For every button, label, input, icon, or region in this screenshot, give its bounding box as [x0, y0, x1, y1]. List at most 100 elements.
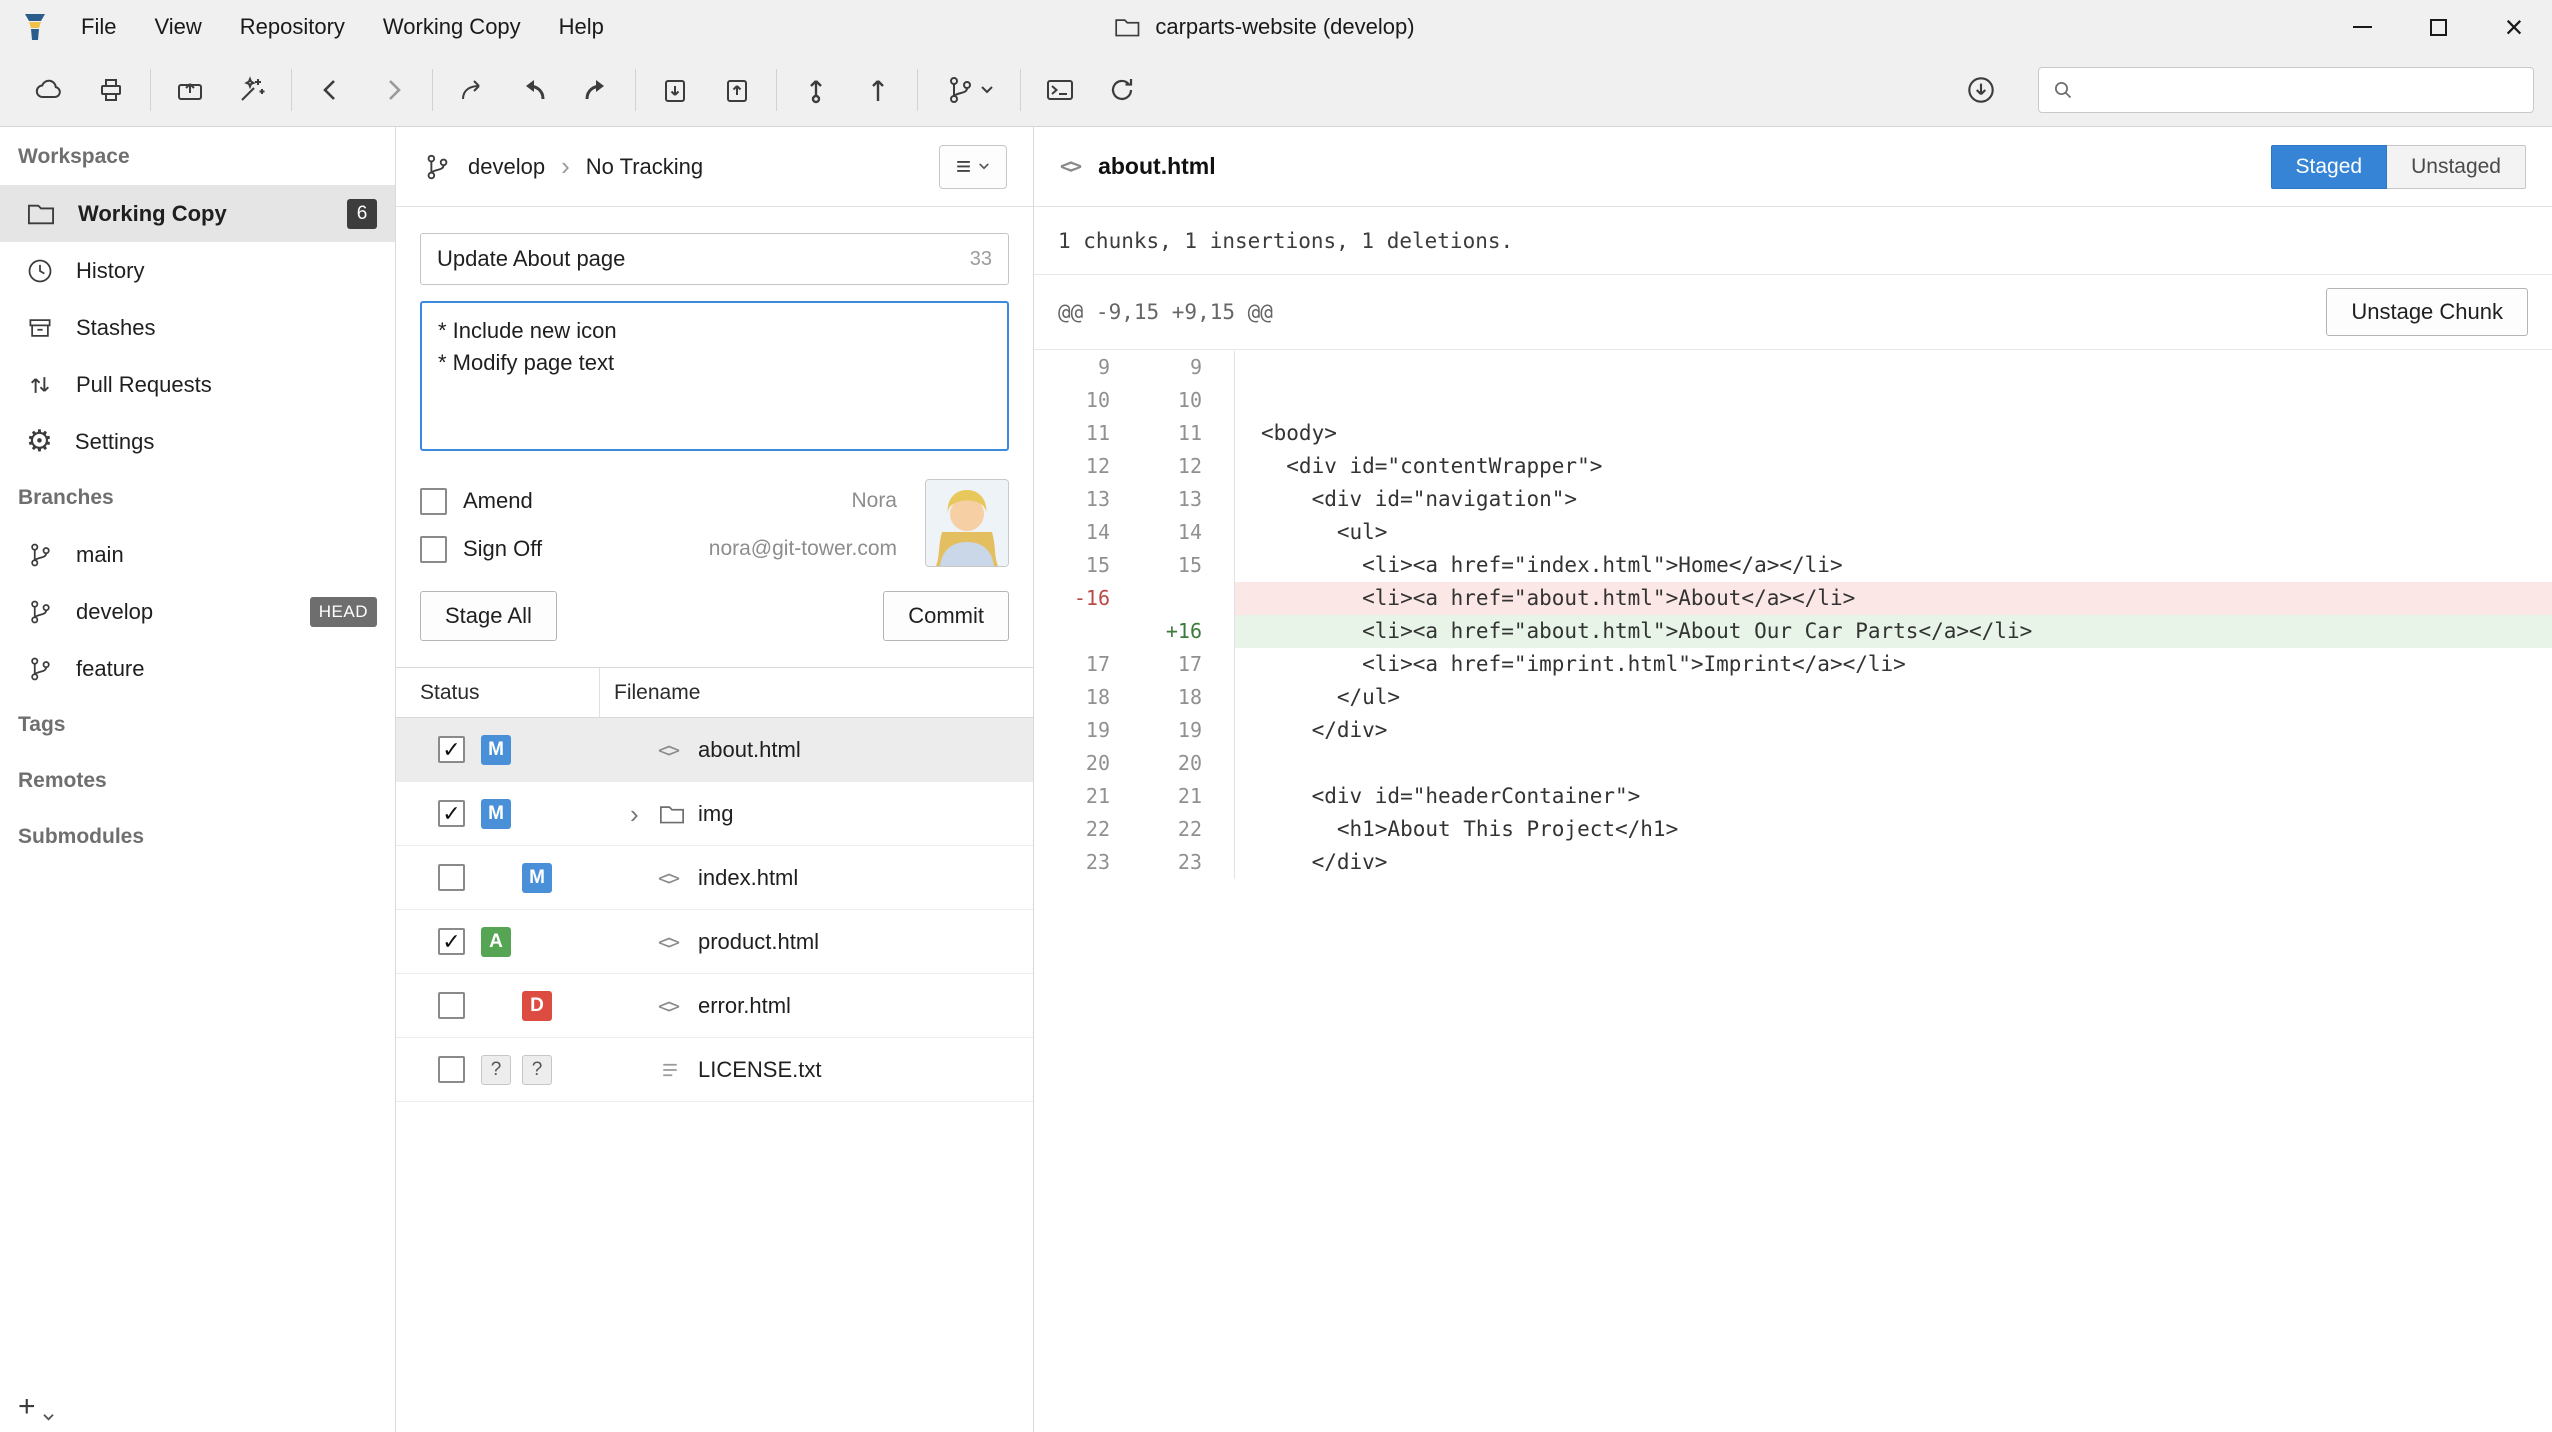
diff-line: 1010 — [1034, 384, 2552, 417]
stage-checkbox[interactable] — [438, 800, 465, 827]
diff-body: 99 1010 1111<body> 1212 <div id="content… — [1034, 350, 2552, 1432]
branch-menu-button[interactable] — [926, 61, 1012, 119]
add-repository-button[interactable]: + — [18, 1392, 55, 1422]
sidebar-branch-feature[interactable]: feature — [0, 640, 395, 697]
new-line-number: 17 — [1122, 648, 1214, 681]
stage-checkbox[interactable] — [438, 992, 465, 1019]
file-table: Status Filename M about.html M img M ind… — [396, 667, 1033, 1432]
old-line-number: 10 — [1034, 384, 1122, 417]
subject-char-count: 33 — [970, 248, 992, 271]
branches-section-header[interactable]: Branches — [0, 470, 395, 526]
arrow-up-dot-icon — [800, 74, 832, 106]
file-row-error[interactable]: D error.html — [396, 974, 1033, 1038]
stage-checkbox[interactable] — [438, 928, 465, 955]
chunk-header-bar: @@ -9,15 +9,15 @@ Unstage Chunk — [1034, 275, 2552, 350]
code-file-icon — [1060, 154, 1080, 179]
maximize-icon — [2430, 19, 2447, 36]
head-badge: HEAD — [310, 597, 377, 627]
search-icon — [2051, 78, 2075, 102]
diff-code: <div id="navigation"> — [1235, 483, 2552, 516]
file-row-product[interactable]: A product.html — [396, 910, 1033, 974]
tracking-status[interactable]: No Tracking — [586, 154, 703, 180]
forward-button[interactable] — [362, 61, 424, 119]
commit-options-button[interactable] — [939, 145, 1007, 189]
file-row-index[interactable]: M index.html — [396, 846, 1033, 910]
remotes-section-header[interactable]: Remotes — [0, 753, 395, 809]
fetch-status-button[interactable] — [1950, 61, 2012, 119]
stage-all-button[interactable]: Stage All — [420, 591, 557, 641]
curved-arrow-right-filled-icon — [580, 74, 612, 106]
status-badge-staged: ? — [481, 1055, 511, 1085]
sidebar-item-label: Working Copy — [78, 201, 227, 227]
push-button[interactable] — [565, 61, 627, 119]
status-badge-staged: M — [481, 735, 511, 765]
diff-filename: about.html — [1098, 153, 1216, 180]
wand-button[interactable] — [221, 61, 283, 119]
sidebar-item-stashes[interactable]: Stashes — [0, 299, 395, 356]
diff-line: 2323 </div> — [1034, 846, 2552, 879]
diff-header: about.html Staged Unstaged — [1034, 127, 2552, 207]
sign-off-checkbox[interactable] — [420, 536, 447, 563]
current-branch[interactable]: develop — [468, 154, 545, 180]
file-row-img[interactable]: M img — [396, 782, 1033, 846]
status-badge-staged — [481, 991, 511, 1021]
file-name: LICENSE.txt — [698, 1057, 821, 1083]
sidebar-item-history[interactable]: History — [0, 242, 395, 299]
file-row-about[interactable]: M about.html — [396, 718, 1033, 782]
unstage-chunk-button[interactable]: Unstage Chunk — [2326, 288, 2528, 336]
pull-button[interactable] — [503, 61, 565, 119]
old-line-number: -16 — [1034, 582, 1122, 615]
merge-button[interactable] — [441, 61, 503, 119]
open-button[interactable] — [159, 61, 221, 119]
refresh-button[interactable] — [1091, 61, 1153, 119]
status-column-header[interactable]: Status — [396, 668, 600, 717]
amend-checkbox[interactable] — [420, 488, 447, 515]
diff-line: 1717 <li><a href="imprint.html">Imprint<… — [1034, 648, 2552, 681]
back-button[interactable] — [300, 61, 362, 119]
branch-icon — [422, 152, 452, 182]
stage-checkbox[interactable] — [438, 1056, 465, 1083]
commit-subject-input[interactable] — [437, 246, 970, 272]
file-row-license[interactable]: ?? LICENSE.txt — [396, 1038, 1033, 1102]
close-button[interactable] — [2476, 0, 2552, 54]
print-button[interactable] — [80, 61, 142, 119]
sidebar-item-settings[interactable]: Settings — [0, 413, 395, 470]
menu-help[interactable]: Help — [540, 0, 623, 54]
menu-view[interactable]: View — [135, 0, 220, 54]
cloud-button[interactable] — [18, 61, 80, 119]
menu-file[interactable]: File — [62, 0, 135, 54]
staged-tab[interactable]: Staged — [2271, 145, 2388, 189]
new-line-number: 20 — [1122, 747, 1214, 780]
filename-column-header[interactable]: Filename — [600, 668, 700, 717]
maximize-button[interactable] — [2400, 0, 2476, 54]
box-arrow-icon — [174, 74, 206, 106]
submodules-section-header[interactable]: Submodules — [0, 809, 395, 865]
expand-chevron-icon[interactable] — [630, 801, 658, 827]
workspace-section-header[interactable]: Workspace — [0, 129, 395, 185]
diff-line: 1919 </div> — [1034, 714, 2552, 747]
sidebar-item-pull-requests[interactable]: Pull Requests — [0, 356, 395, 413]
search-input[interactable] — [2085, 78, 2521, 102]
commit-up-button[interactable] — [785, 61, 847, 119]
tags-section-header[interactable]: Tags — [0, 697, 395, 753]
push-up-button[interactable] — [847, 61, 909, 119]
minimize-button[interactable] — [2324, 0, 2400, 54]
code-file-icon — [658, 866, 698, 890]
avatar[interactable] — [925, 479, 1009, 567]
commit-button[interactable]: Commit — [883, 591, 1009, 641]
sidebar-item-working-copy[interactable]: Working Copy 6 — [0, 185, 395, 242]
sidebar-branch-develop[interactable]: develop HEAD — [0, 583, 395, 640]
new-line-number: 22 — [1122, 813, 1214, 846]
stage-checkbox[interactable] — [438, 736, 465, 763]
menu-working-copy[interactable]: Working Copy — [364, 0, 540, 54]
sidebar-branch-main[interactable]: main — [0, 526, 395, 583]
unstaged-tab[interactable]: Unstaged — [2387, 145, 2526, 189]
stage-checkbox[interactable] — [438, 864, 465, 891]
sidebar-item-label: Pull Requests — [76, 372, 212, 398]
terminal-button[interactable] — [1029, 61, 1091, 119]
menu-repository[interactable]: Repository — [221, 0, 364, 54]
stash-apply-button[interactable] — [706, 61, 768, 119]
commit-message-input[interactable]: * Include new icon * Modify page text — [420, 301, 1009, 451]
new-line-number: 15 — [1122, 549, 1214, 582]
stash-save-button[interactable] — [644, 61, 706, 119]
